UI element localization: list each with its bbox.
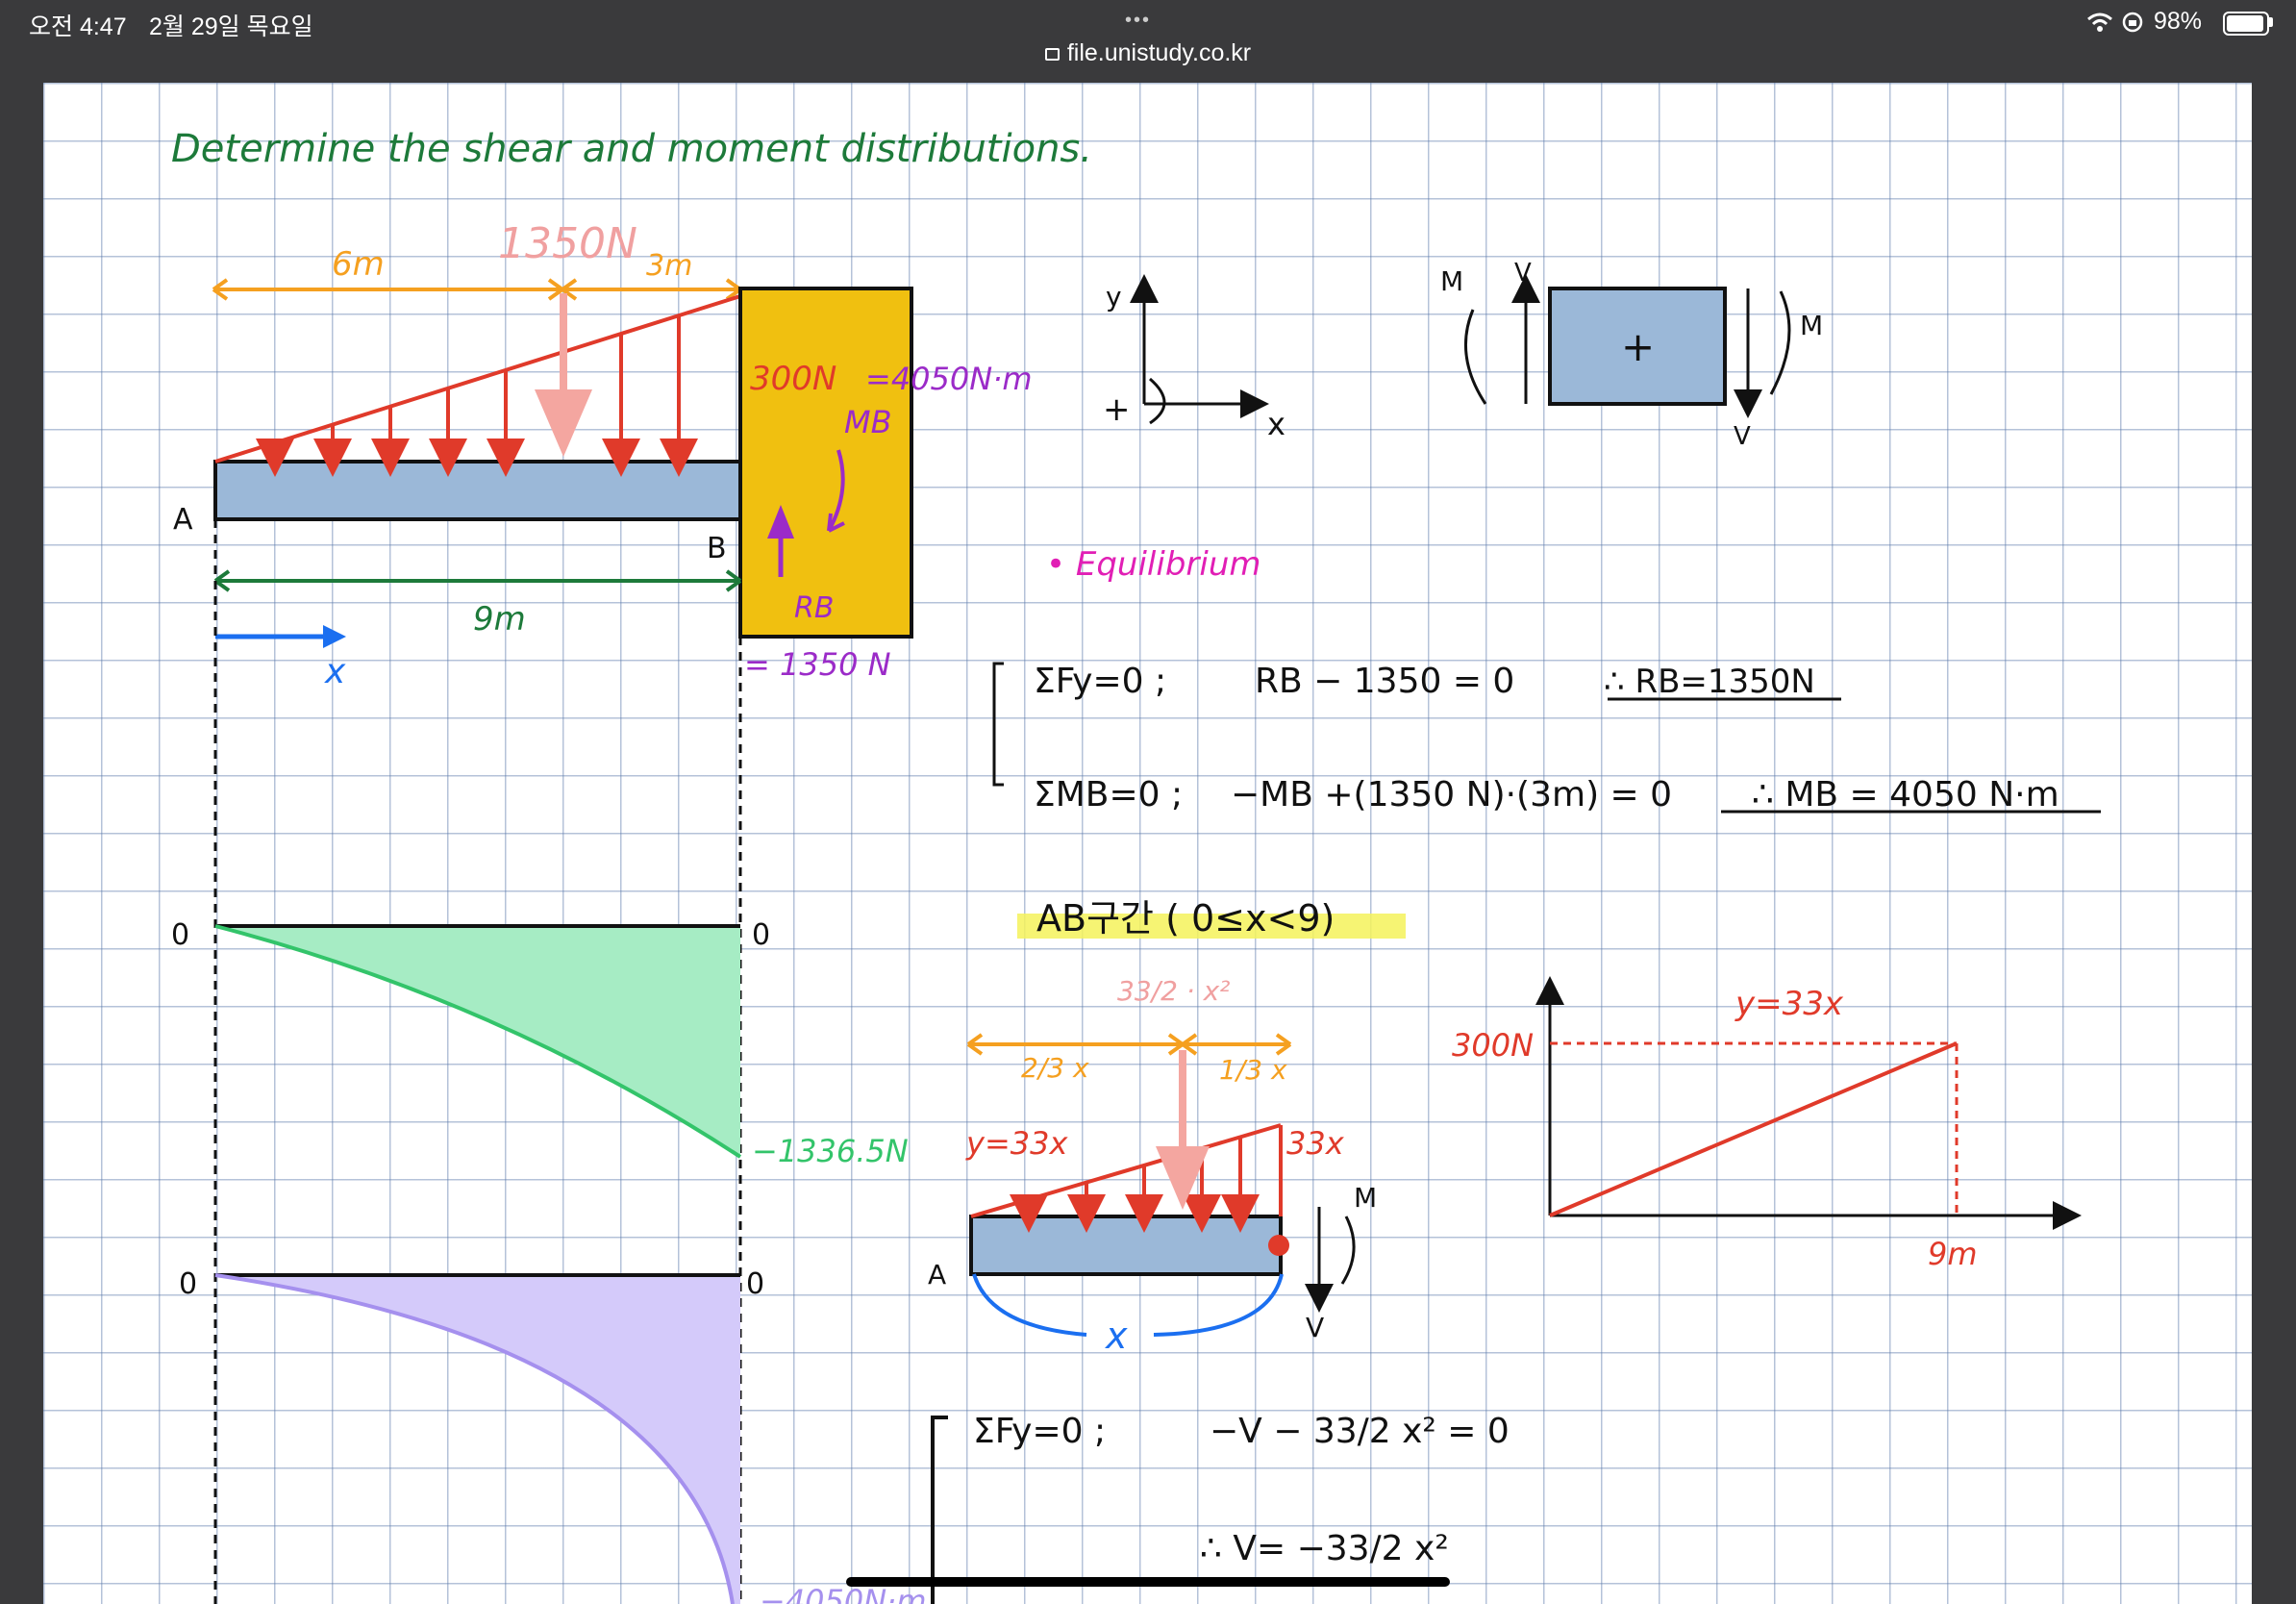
eq2-left: ΣMB=0 ; (1034, 775, 1183, 815)
coordinate-axes: y x + (1103, 274, 1285, 442)
beam-diagram: 6m 3m 1350N 300N =4050N·m MB RB = 1350 N… (173, 219, 1033, 691)
span-9m: 9m (473, 600, 526, 639)
section-eq1: ΣFy=0 ; (973, 1412, 1106, 1451)
section-a: A (928, 1259, 946, 1291)
sign-convention: + M V M V (1440, 259, 1823, 451)
moment-zero-left: 0 (179, 1267, 197, 1301)
axis-y: y (1106, 281, 1122, 313)
sign-v-right: V (1734, 422, 1751, 451)
dim-6m: 6m (332, 245, 385, 284)
eq2-right: ∴ MB = 4050 N·m (1752, 775, 2059, 815)
eq1-mid: RB − 1350 = 0 (1255, 662, 1514, 701)
moment-zero-right: 0 (746, 1267, 764, 1301)
shear-zero-left: 0 (171, 918, 189, 952)
sign-m-right: M (1800, 310, 1823, 341)
equilibrium-heading: • Equilibrium (1046, 545, 1261, 584)
wall (738, 287, 913, 639)
equilibrium-section: • Equilibrium ΣFy=0 ; RB − 1350 = 0 ∴ RB… (992, 545, 2101, 815)
section-v: V (1306, 1312, 1324, 1343)
section-heading: AB구간 ( 0≤x<9) (1036, 897, 1335, 940)
home-indicator[interactable] (846, 1577, 1450, 1587)
load-graph: y=33x 300N 9m (1452, 976, 2082, 1272)
shear-diagram: 0 0 −1336.5N (171, 918, 909, 1169)
load-graph-label: y=33x (1734, 985, 1844, 1023)
beam (213, 460, 742, 521)
dim-3m: 3m (646, 249, 692, 283)
title-text: Determine the shear and moment distribut… (171, 127, 1092, 171)
handwritten-notes: Determine the shear and moment distribut… (171, 127, 2101, 1604)
section-ab: AB구간 ( 0≤x<9) 33/2 · x² 2/3 x 1/3 x y=33… (928, 897, 1406, 1357)
max-load-300N: 300N (750, 360, 836, 398)
load-graph-max: 300N (1452, 1027, 1534, 1064)
section-load-label: y=33x (965, 1125, 1068, 1162)
section-end-load: 33x (1286, 1125, 1345, 1162)
section-eq1-rhs: −V − 33/2 x² = 0 (1210, 1412, 1510, 1451)
wall-moment: =4050N·m (865, 361, 1033, 397)
section-equations: ΣFy=0 ; −V − 33/2 x² = 0 ∴ V= −33/2 x² (931, 1412, 1510, 1604)
eq2-mid: −MB +(1350 N)·(3m) = 0 (1231, 775, 1672, 815)
resultant-force: 1350N (498, 219, 637, 268)
eq1-right: ∴ RB=1350N (1604, 663, 1815, 701)
point-b: B (707, 532, 727, 565)
load-graph-length: 9m (1928, 1236, 1978, 1272)
two-thirds-x: 2/3 x (1021, 1052, 1089, 1084)
section-m: M (1354, 1182, 1377, 1214)
axis-x: x (1267, 406, 1285, 442)
shear-end-value: −1336.5N (752, 1133, 909, 1169)
rb-value: = 1350 N (744, 646, 891, 683)
rb-label: RB (794, 591, 834, 625)
section-resultant: 33/2 · x² (1117, 975, 1230, 1007)
point-a: A (173, 503, 193, 537)
sign-m-left: M (1440, 265, 1463, 297)
section-result: ∴ V= −33/2 x² (1200, 1529, 1449, 1568)
sign-plus: + (1621, 323, 1655, 370)
mb-label: MB (844, 404, 892, 440)
shear-zero-right: 0 (752, 918, 770, 952)
eq1-left: ΣFy=0 ; (1034, 662, 1166, 701)
axis-plus: + (1103, 390, 1131, 429)
sign-v-left: V (1514, 259, 1532, 288)
one-third-x: 1/3 x (1219, 1054, 1287, 1086)
moment-diagram: 0 0 −4050N·m (179, 1267, 927, 1604)
x-direction: x (324, 652, 346, 691)
section-x: x (1105, 1315, 1128, 1357)
